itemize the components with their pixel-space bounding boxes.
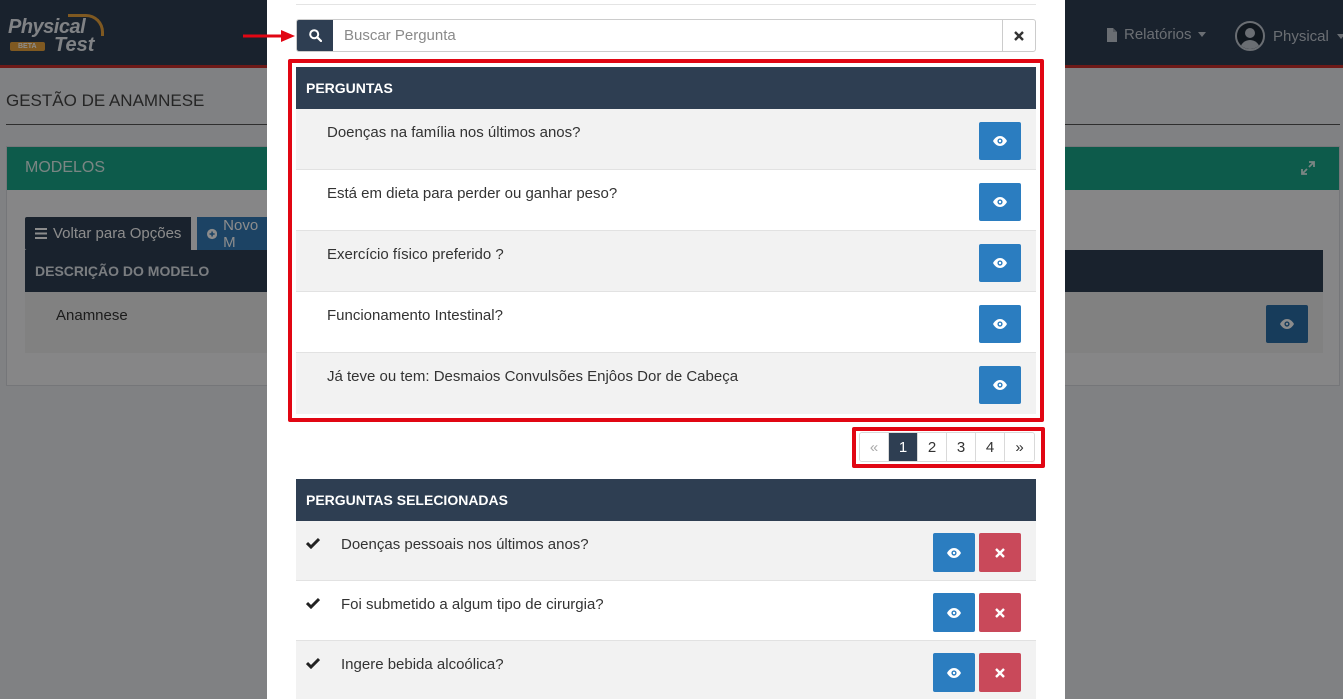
view-question-button[interactable] [979, 244, 1021, 282]
eye-icon [993, 258, 1007, 268]
eye-icon [947, 607, 961, 618]
view-selected-question-button[interactable] [933, 533, 975, 572]
question-label: Está em dieta para perder ou ganhar peso… [327, 185, 618, 202]
list-item: Ingere bebida alcoólica? [296, 641, 1036, 699]
question-label: Já teve ou tem: Desmaios Convulsões Enjô… [327, 368, 739, 385]
pagination-page-2[interactable]: 2 [918, 433, 947, 461]
times-icon [995, 667, 1005, 678]
list-item: Exercício físico preferido ? [296, 231, 1036, 292]
list-item: Funcionamento Intestinal? [296, 292, 1036, 353]
question-search-bar [296, 19, 1036, 52]
list-item: Doenças na família nos últimos anos? [296, 109, 1036, 170]
check-icon [306, 597, 320, 609]
clear-search-button[interactable] [1002, 20, 1035, 51]
pagination-prev[interactable]: « [860, 433, 889, 461]
list-item: Já teve ou tem: Desmaios Convulsões Enjô… [296, 353, 1036, 414]
pagination-next[interactable]: » [1005, 433, 1034, 461]
list-item: Está em dieta para perder ou ganhar peso… [296, 170, 1036, 231]
selected-question-label: Foi submetido a algum tipo de cirurgia? [341, 596, 604, 613]
view-selected-question-button[interactable] [933, 653, 975, 692]
check-icon [306, 537, 320, 549]
view-question-button[interactable] [979, 366, 1021, 404]
search-button[interactable] [297, 20, 333, 51]
times-icon [995, 547, 1005, 558]
eye-icon [993, 319, 1007, 329]
view-selected-question-button[interactable] [933, 593, 975, 632]
search-icon [308, 29, 322, 42]
remove-selected-question-button[interactable] [979, 533, 1021, 572]
questions-header: PERGUNTAS [296, 67, 1036, 109]
remove-selected-question-button[interactable] [979, 593, 1021, 632]
times-icon [1014, 30, 1024, 41]
eye-icon [993, 197, 1007, 207]
list-item: Doenças pessoais nos últimos anos? [296, 521, 1036, 581]
selected-question-label: Doenças pessoais nos últimos anos? [341, 536, 589, 553]
selected-questions-header: PERGUNTAS SELECIONADAS [296, 479, 1036, 521]
pagination-page-1[interactable]: 1 [889, 433, 918, 461]
eye-icon [993, 380, 1007, 390]
selected-questions-panel: PERGUNTAS SELECIONADAS Doenças pessoais … [296, 479, 1036, 699]
modal-divider [296, 4, 1036, 5]
eye-icon [947, 547, 961, 558]
view-question-button[interactable] [979, 122, 1021, 160]
question-label: Funcionamento Intestinal? [327, 307, 503, 324]
list-item: Foi submetido a algum tipo de cirurgia? [296, 581, 1036, 641]
times-icon [995, 607, 1005, 618]
search-input[interactable] [333, 20, 1001, 51]
pagination-page-3[interactable]: 3 [947, 433, 976, 461]
view-question-button[interactable] [979, 305, 1021, 343]
check-icon [306, 657, 320, 669]
pagination: « 1 2 3 4 » [859, 432, 1035, 462]
pagination-page-4[interactable]: 4 [976, 433, 1005, 461]
question-label: Exercício físico preferido ? [327, 246, 504, 263]
selected-question-label: Ingere bebida alcoólica? [341, 656, 504, 673]
eye-icon [947, 667, 961, 678]
question-label: Doenças na família nos últimos anos? [327, 124, 581, 141]
view-question-button[interactable] [979, 183, 1021, 221]
remove-selected-question-button[interactable] [979, 653, 1021, 692]
red-arrow-annotation [243, 30, 295, 42]
eye-icon [993, 136, 1007, 146]
questions-panel: PERGUNTAS Doenças na família nos últimos… [296, 67, 1036, 414]
